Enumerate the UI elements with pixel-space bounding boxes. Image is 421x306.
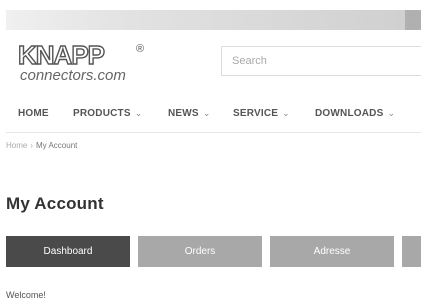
nav-item-products[interactable]: PRODUCTS ⌄ bbox=[73, 108, 142, 119]
chevron-down-icon: ⌄ bbox=[202, 108, 211, 118]
welcome-message: Welcome! bbox=[6, 290, 46, 300]
chevron-down-icon: ⌄ bbox=[282, 108, 290, 118]
tab-adresse[interactable]: Adresse bbox=[270, 236, 394, 267]
search-placeholder: Search bbox=[232, 55, 267, 67]
search-input[interactable]: Search bbox=[221, 46, 421, 76]
nav-item-label: HOME bbox=[18, 108, 49, 119]
tab-label: Dashboard bbox=[43, 246, 93, 257]
top-bar-tab[interactable] bbox=[405, 10, 421, 30]
logo-subtitle: connectors.com bbox=[20, 67, 126, 84]
nav-item-label: DOWNLOADS bbox=[315, 108, 384, 119]
chevron-down-icon: ⌄ bbox=[134, 108, 143, 118]
main-nav: HOME PRODUCTS ⌄ NEWS ⌄ SERVICE ⌄ DOWNLOADS ⌄ bbox=[18, 108, 421, 124]
top-bar bbox=[6, 10, 421, 30]
nav-divider bbox=[6, 132, 421, 133]
knapp-logo[interactable]: KNAPP ® connectors.com bbox=[17, 40, 148, 92]
nav-item-label: SERVICE bbox=[233, 108, 279, 119]
page-title: My Account bbox=[6, 194, 104, 213]
tab-dashboard[interactable]: Dashboard bbox=[6, 236, 130, 267]
nav-item-news[interactable]: NEWS ⌄ bbox=[168, 108, 211, 119]
breadcrumb-current: My Account bbox=[36, 141, 78, 150]
breadcrumb-home-link[interactable]: Home bbox=[6, 141, 27, 150]
tab-orders[interactable]: Orders bbox=[138, 236, 262, 267]
tab-label: Orders bbox=[184, 246, 216, 257]
nav-item-service[interactable]: SERVICE ⌄ bbox=[233, 108, 290, 119]
nav-item-label: NEWS bbox=[168, 108, 199, 119]
tab-more[interactable] bbox=[402, 236, 421, 267]
nav-item-label: PRODUCTS bbox=[73, 108, 131, 119]
logo-registered-mark: ® bbox=[136, 43, 145, 55]
breadcrumb: Home › My Account bbox=[6, 141, 77, 150]
nav-item-downloads[interactable]: DOWNLOADS ⌄ bbox=[315, 108, 395, 119]
chevron-down-icon: ⌄ bbox=[387, 108, 396, 118]
logo-wordmark: KNAPP bbox=[17, 40, 105, 70]
nav-item-home[interactable]: HOME bbox=[18, 108, 49, 119]
breadcrumb-separator: › bbox=[30, 141, 34, 150]
tab-label: Adresse bbox=[313, 246, 351, 257]
